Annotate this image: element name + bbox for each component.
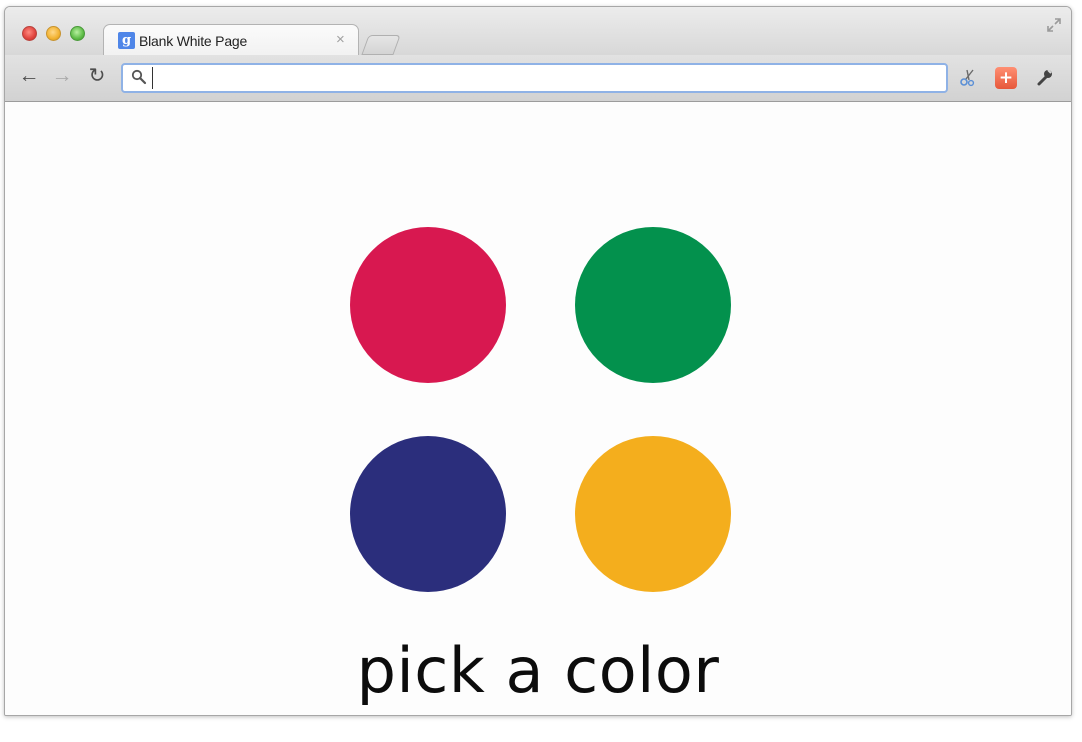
tab-title: Blank White Page <box>139 33 248 49</box>
new-tab-button[interactable] <box>361 35 401 55</box>
zoom-window-button[interactable] <box>70 26 85 41</box>
pick-a-color-prompt: pick a color <box>356 634 720 707</box>
color-option-red[interactable] <box>350 227 506 383</box>
back-arrow-icon[interactable]: ← <box>17 64 41 88</box>
extension-scissors-icon[interactable] <box>957 67 979 89</box>
search-icon <box>131 69 147 85</box>
browser-toolbar: ← → ↻ + <box>5 55 1071 102</box>
close-window-button[interactable] <box>22 26 37 41</box>
color-option-green[interactable] <box>575 227 731 383</box>
page-content: pick a color <box>5 102 1071 715</box>
title-bar: g Blank White Page × <box>5 7 1071 57</box>
reload-icon[interactable]: ↻ <box>85 64 109 88</box>
address-bar[interactable] <box>121 63 948 93</box>
extension-add-icon[interactable]: + <box>995 67 1017 89</box>
browser-window: g Blank White Page × ← → ↻ + pick a colo… <box>4 6 1072 716</box>
tab-blank-white-page[interactable]: g Blank White Page × <box>103 24 359 57</box>
address-input[interactable] <box>152 67 935 89</box>
color-option-yellow[interactable] <box>575 436 731 592</box>
wrench-icon[interactable] <box>1034 67 1056 89</box>
fullscreen-icon[interactable] <box>1045 17 1063 35</box>
minimize-window-button[interactable] <box>46 26 61 41</box>
color-option-blue[interactable] <box>350 436 506 592</box>
tab-close-icon[interactable]: × <box>336 31 345 48</box>
forward-arrow-icon[interactable]: → <box>50 64 74 88</box>
google-favicon-icon: g <box>118 32 135 49</box>
